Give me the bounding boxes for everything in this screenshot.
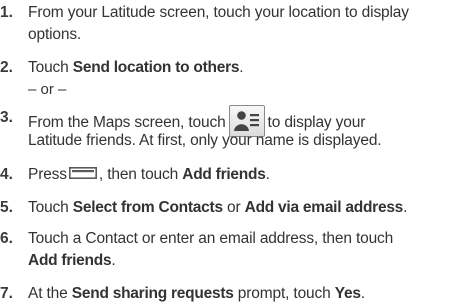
step-text-part: From the Maps screen, touch: [28, 114, 226, 132]
step-text: At the Send sharing requests prompt, tou…: [28, 283, 365, 305]
step-text: options.: [28, 26, 82, 43]
step-number: 3.: [0, 109, 13, 126]
step-text-part: At the: [28, 285, 72, 302]
instruction-list: 1. From your Latitude screen, touch your…: [0, 0, 462, 308]
step-text-part: .: [239, 59, 244, 76]
step-text: Press , then touch Add friends.: [28, 164, 270, 186]
step-text: Touch a Contact or enter an email addres…: [28, 230, 394, 247]
step-bold-text: Send sharing requests: [71, 285, 234, 302]
step-text-part: .: [360, 285, 365, 302]
step-bold-text: Send location to others: [72, 59, 240, 76]
step-bold-text: Add friends: [182, 166, 266, 183]
step-text-part: or: [222, 199, 245, 216]
or-text: – or –: [28, 81, 67, 98]
step-number: 4.: [0, 166, 13, 183]
step-text-part: , then touch: [98, 166, 183, 183]
step-number: 6.: [0, 230, 13, 247]
menu-key-icon: [68, 166, 97, 179]
step-text-part: .: [111, 252, 116, 269]
step-number: 2.: [0, 59, 13, 76]
step-text-part: prompt, touch: [233, 285, 335, 302]
step-text: From your Latitude screen, touch your lo…: [28, 4, 409, 21]
step-text: Latitude friends. At first, only your na…: [28, 132, 382, 149]
step-text-part: Touch: [28, 199, 73, 216]
step-text-part: to display your: [267, 114, 366, 132]
step-text-part: .: [403, 199, 408, 216]
step-bold-text: Add via email address: [244, 199, 404, 216]
step-text-part: Touch: [28, 59, 73, 76]
step-text: Touch Send location to others.: [28, 57, 244, 79]
step-number: 1.: [0, 4, 13, 21]
step-bold-text: Yes: [334, 285, 361, 302]
step-bold-text: Add friends: [28, 252, 112, 269]
step-number: 5.: [0, 199, 13, 216]
step-number: 7.: [0, 285, 13, 302]
step-text-part: .: [265, 166, 270, 183]
step-text: Touch Select from Contacts or Add via em…: [28, 197, 407, 219]
step-text: Add friends.: [28, 250, 116, 272]
step-text-part: Press: [28, 166, 67, 183]
step-bold-text: Select from Contacts: [72, 199, 223, 216]
